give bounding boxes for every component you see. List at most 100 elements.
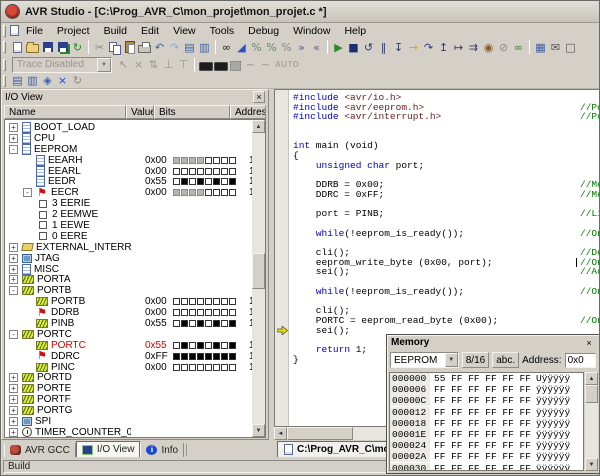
- expand-icon[interactable]: +: [9, 123, 18, 132]
- chevron-down-icon[interactable]: ▼: [445, 353, 458, 367]
- menu-view[interactable]: View: [166, 24, 203, 38]
- code-line[interactable]: sei();//Ac: [293, 267, 599, 277]
- bit-checkbox[interactable]: [39, 221, 47, 229]
- tree-row-portc[interactable]: PORTC0x5515 (35): [5, 340, 265, 351]
- code-line[interactable]: port = PINB;//Li: [293, 209, 599, 219]
- tree-row-cpu[interactable]: +CPU: [5, 133, 265, 144]
- tree-row-eearl[interactable]: EEARL0x001E (3E): [5, 166, 265, 177]
- new-file-icon[interactable]: [10, 40, 25, 55]
- expand-icon[interactable]: +: [9, 395, 18, 404]
- column-header-bits[interactable]: Bits: [154, 105, 230, 119]
- remove-breakpoints-icon[interactable]: ⊘: [496, 40, 511, 55]
- bit-checkbox[interactable]: [39, 211, 47, 219]
- memory-8-16-button[interactable]: 8/16: [462, 352, 489, 368]
- memory-hex-bytes[interactable]: FF FF FF FF FF FF: [430, 440, 536, 451]
- bit-square[interactable]: [221, 309, 228, 316]
- bit-square[interactable]: [221, 168, 228, 175]
- memory-grid[interactable]: 00000055 FF FF FF FF FFUÿÿÿÿÿ000006FF FF…: [389, 372, 584, 471]
- bit-square[interactable]: [229, 342, 236, 349]
- bit-square[interactable]: [205, 320, 212, 327]
- tree-row-misc[interactable]: +MISC: [5, 264, 265, 275]
- toggle-bookmark-icon[interactable]: %: [249, 40, 264, 55]
- print-icon[interactable]: [137, 40, 152, 55]
- bit-square[interactable]: [197, 189, 204, 196]
- bit-square[interactable]: [189, 168, 196, 175]
- bit-square[interactable]: [197, 157, 204, 164]
- tree-row-0-eere[interactable]: 0 EERE: [5, 231, 265, 242]
- bit-square[interactable]: [213, 298, 220, 305]
- bit-square[interactable]: [221, 353, 228, 360]
- close-icon[interactable]: ×: [253, 91, 265, 103]
- bit-square[interactable]: [213, 364, 220, 371]
- collapse-icon[interactable]: -: [9, 145, 18, 154]
- watch-window-icon[interactable]: ▤: [10, 73, 25, 88]
- bit-square[interactable]: [205, 157, 212, 164]
- code-line[interactable]: unsigned char port;: [293, 161, 599, 171]
- memory-row[interactable]: 00000055 FF FF FF FF FFUÿÿÿÿÿ: [390, 373, 583, 384]
- tree-row-portd[interactable]: +PORTD: [5, 372, 265, 383]
- bit-square[interactable]: [197, 364, 204, 371]
- code-line[interactable]: while(!eeprom_is_ready());//On: [293, 287, 599, 297]
- memory-hex-bytes[interactable]: 55 FF FF FF FF FF: [430, 373, 536, 384]
- tree-row-portb[interactable]: PORTB0x0018 (38): [5, 296, 265, 307]
- expand-icon[interactable]: +: [9, 134, 18, 143]
- pause-icon[interactable]: ‖: [376, 40, 391, 55]
- bit-square[interactable]: [229, 364, 236, 371]
- expand-icon[interactable]: +: [9, 265, 18, 274]
- bit-square[interactable]: [189, 178, 196, 185]
- bit-square[interactable]: [213, 168, 220, 175]
- bit-square[interactable]: [229, 189, 236, 196]
- bit-square[interactable]: [221, 178, 228, 185]
- save-all-icon[interactable]: [55, 40, 70, 55]
- copy-icon[interactable]: [107, 40, 122, 55]
- tree-row-external-interrupt[interactable]: +EXTERNAL_INTERRUPT: [5, 242, 265, 253]
- trace-session-icon[interactable]: ▥: [25, 73, 40, 88]
- close-icon[interactable]: ×: [583, 337, 595, 349]
- bit-square[interactable]: [205, 178, 212, 185]
- bit-square[interactable]: [213, 309, 220, 316]
- bit-square[interactable]: [221, 189, 228, 196]
- menu-edit[interactable]: Edit: [134, 24, 166, 38]
- tab-i-o-view[interactable]: I/O View: [76, 441, 141, 457]
- chip-badge-2-icon[interactable]: [213, 57, 228, 72]
- tree-row-eedr[interactable]: EEDR0x551D (3D): [5, 176, 265, 187]
- tree-row-spi[interactable]: +SPI: [5, 416, 265, 427]
- message-window-icon[interactable]: ✉: [548, 40, 563, 55]
- build-icon[interactable]: ↻: [70, 40, 85, 55]
- tree-row-portc[interactable]: -PORTC: [5, 329, 265, 340]
- bit-square[interactable]: [189, 364, 196, 371]
- memory-row[interactable]: 000012FF FF FF FF FF FFÿÿÿÿÿÿ: [390, 407, 583, 418]
- bit-square[interactable]: [205, 298, 212, 305]
- chip-icon[interactable]: [228, 57, 243, 72]
- column-header-name[interactable]: Name: [4, 105, 126, 119]
- run-icon[interactable]: ▶: [331, 40, 346, 55]
- bit-square[interactable]: [205, 364, 212, 371]
- clear-bookmarks-icon[interactable]: %: [279, 40, 294, 55]
- code-line[interactable]: while(!eeprom_is_ready());//On: [293, 229, 599, 239]
- memory-hex-bytes[interactable]: FF FF FF FF FF FF: [430, 407, 536, 418]
- tree-row-porte[interactable]: +PORTE: [5, 383, 265, 394]
- code-line[interactable]: #include <avr/interrupt.h>//Po: [293, 112, 599, 122]
- paste-icon[interactable]: [122, 40, 137, 55]
- scrollbar-thumb[interactable]: [252, 253, 265, 289]
- reset-icon[interactable]: ↺: [361, 40, 376, 55]
- expand-icon[interactable]: +: [9, 417, 18, 426]
- tree-row-eeprom[interactable]: -EEPROM: [5, 144, 265, 155]
- memory-hex-bytes[interactable]: FF FF FF FF FF FF: [430, 384, 536, 395]
- memory-window-icon[interactable]: ▦: [533, 40, 548, 55]
- menu-help[interactable]: Help: [337, 24, 373, 38]
- tree-row-eearh[interactable]: EEARH0x001F (3F): [5, 155, 265, 166]
- column-header-address[interactable]: Address: [230, 105, 266, 119]
- bit-square[interactable]: [213, 189, 220, 196]
- bit-square[interactable]: [189, 189, 196, 196]
- bit-square[interactable]: [189, 320, 196, 327]
- bit-square[interactable]: [173, 168, 180, 175]
- tree-row-portf[interactable]: +PORTF: [5, 394, 265, 405]
- indent-icon[interactable]: »: [294, 40, 309, 55]
- editor-margin[interactable]: [275, 90, 289, 426]
- scroll-down-icon[interactable]: ▼: [252, 424, 265, 437]
- bit-square[interactable]: [197, 178, 204, 185]
- bit-square[interactable]: [189, 298, 196, 305]
- menu-project[interactable]: Project: [50, 24, 97, 38]
- bit-square[interactable]: [181, 309, 188, 316]
